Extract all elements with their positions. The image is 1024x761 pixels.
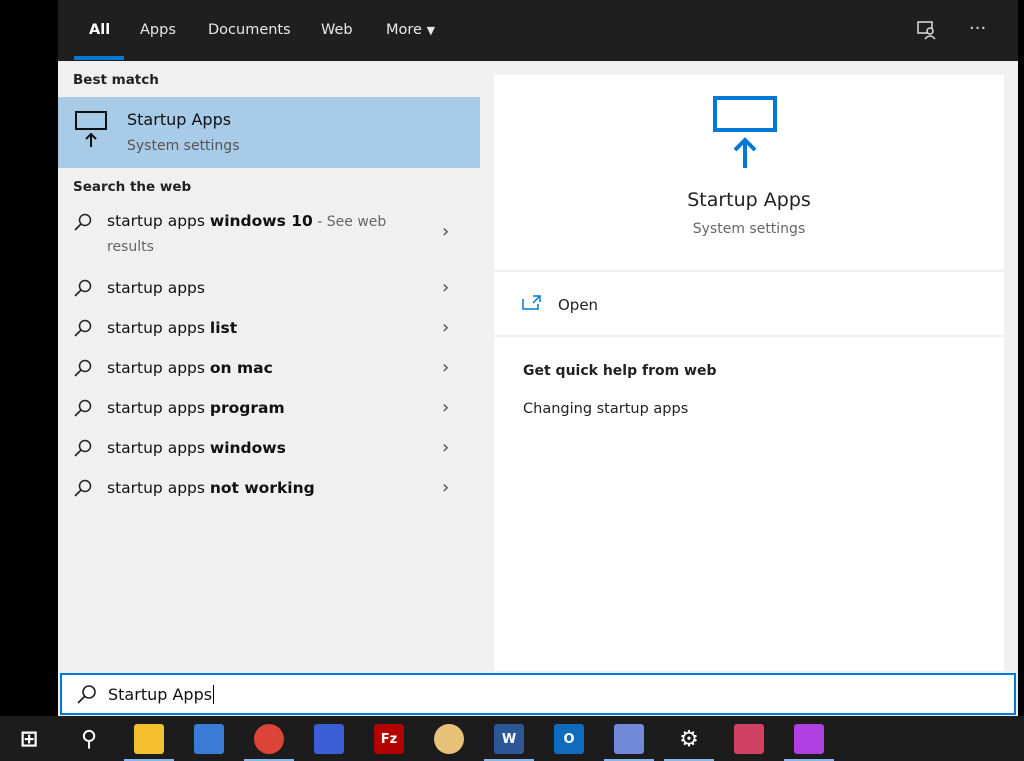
tab-more[interactable]: More ▼ [386,22,435,38]
tab-documents[interactable]: Documents [208,22,291,38]
web-suggestion[interactable]: startup apps windows › [58,431,480,471]
active-tab-indicator [74,56,124,60]
best-match-subtitle: System settings [127,138,240,154]
suggestion-text: startup apps windows [107,439,286,457]
chrome-icon[interactable] [254,724,284,754]
search-icon [74,399,92,417]
web-suggestion[interactable]: startup apps › [58,271,480,311]
paint-icon[interactable] [434,724,464,754]
tab-web[interactable]: Web [321,22,353,38]
best-match-title: Startup Apps [127,110,232,129]
remote-desktop-icon[interactable] [194,724,224,754]
suggestion-text: startup apps not working [107,479,315,497]
caret-down-icon: ▼ [426,24,436,37]
taskbar: ⊞ ⚲ Fz W O ⚙ [0,716,1024,761]
search-icon [74,479,92,497]
startup-apps-icon [75,111,107,147]
more-options-icon[interactable]: ··· [969,18,986,39]
search-panel: All Apps Documents Web More ▼ ··· Best m… [58,0,1018,716]
search-web-heading: Search the web [73,179,192,195]
file-explorer-icon[interactable] [134,724,164,754]
search-box[interactable]: Startup Apps [60,673,1016,715]
chevron-right-icon[interactable]: › [442,437,449,458]
quick-help-heading: Get quick help from web [523,363,717,379]
detail-subtitle: System settings [692,221,806,237]
suggestion-text: startup apps on mac [107,359,273,377]
feedback-icon[interactable] [916,20,938,45]
chevron-right-icon[interactable]: › [442,477,449,498]
search-icon [74,319,92,337]
web-suggestion[interactable]: startup apps program › [58,391,480,431]
detail-title: Startup Apps [687,189,811,211]
results-list: Best match Startup Apps System settings … [58,61,480,673]
search-header: All Apps Documents Web More ▼ ··· [58,0,1018,61]
search-icon [74,359,92,377]
search-icon[interactable]: ⚲ [74,724,104,754]
outlook-icon[interactable]: O [554,724,584,754]
discord-icon[interactable] [614,724,644,754]
chevron-right-icon[interactable]: › [442,397,449,418]
divider [494,335,1004,337]
chevron-right-icon[interactable]: › [442,277,449,298]
web-suggestion[interactable]: startup apps list › [58,311,480,351]
paint-3d-icon[interactable] [794,724,824,754]
startup-apps-large-icon [713,96,777,168]
filezilla-icon[interactable]: Fz [374,724,404,754]
quick-help-link[interactable]: Changing startup apps [523,401,688,417]
search-icon [74,213,92,231]
divider [494,270,1004,272]
web-suggestion[interactable]: startup apps on mac › [58,351,480,391]
open-label: Open [558,296,599,314]
best-match-result[interactable]: Startup Apps System settings [58,97,480,168]
snipping-tool-icon[interactable] [734,724,764,754]
settings-icon[interactable]: ⚙ [674,724,704,754]
tab-more-label: More [386,22,422,38]
detail-pane: Startup Apps System settings Open Get qu… [494,75,1004,671]
word-icon[interactable]: W [494,724,524,754]
search-icon [74,439,92,457]
suggestion-text: startup apps [107,279,205,297]
search-input[interactable]: Startup Apps [108,685,215,704]
search-icon [74,279,92,297]
suggestion-text: startup apps windows 10 - See web result… [107,212,387,255]
chevron-right-icon[interactable]: › [442,221,449,242]
open-action[interactable]: Open [522,293,722,317]
best-match-heading: Best match [73,72,159,88]
suggestion-text: startup apps list [107,319,238,337]
tab-apps[interactable]: Apps [140,22,176,38]
start-icon[interactable]: ⊞ [14,724,44,754]
network-icon[interactable] [314,724,344,754]
suggestion-text: startup apps program [107,399,285,417]
web-suggestion[interactable]: startup apps windows 10 - See web result… [58,205,480,255]
web-suggestion[interactable]: startup apps not working › [58,471,480,511]
chevron-right-icon[interactable]: › [442,357,449,378]
open-icon [522,295,541,310]
chevron-right-icon[interactable]: › [442,317,449,338]
search-icon [77,685,96,704]
tab-all[interactable]: All [89,22,110,38]
